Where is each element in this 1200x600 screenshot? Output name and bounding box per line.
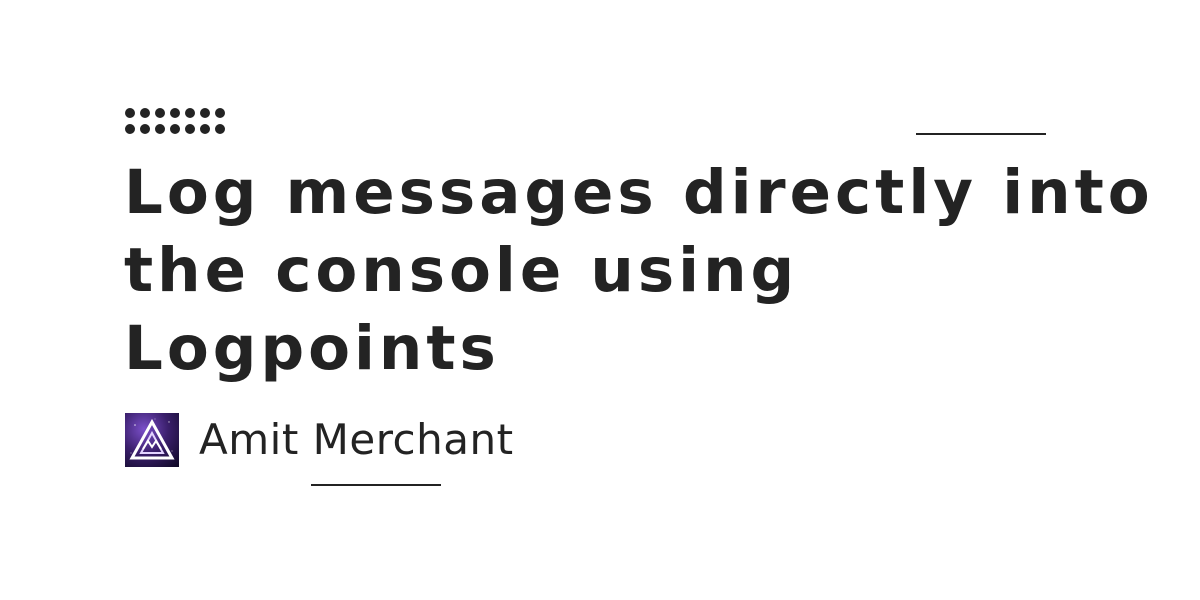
author-block: Amit Merchant [125,413,514,467]
post-title: Log messages directly into the console u… [124,157,1154,384]
dot [200,108,210,118]
dot [125,124,135,134]
dot [140,108,150,118]
dot [215,124,225,134]
dot [185,108,195,118]
dot [140,124,150,134]
dot [125,108,135,118]
dot [185,124,195,134]
dot [215,108,225,118]
dot [170,108,180,118]
dot [170,124,180,134]
decorative-dot-grid-icon [125,108,225,134]
author-name: Amit Merchant [199,415,514,464]
decorative-rule-top [916,133,1046,135]
dot [155,124,165,134]
decorative-rule-bottom [311,484,441,486]
dot [155,108,165,118]
dot [200,124,210,134]
mountain-triangle-logo-icon [125,413,179,467]
